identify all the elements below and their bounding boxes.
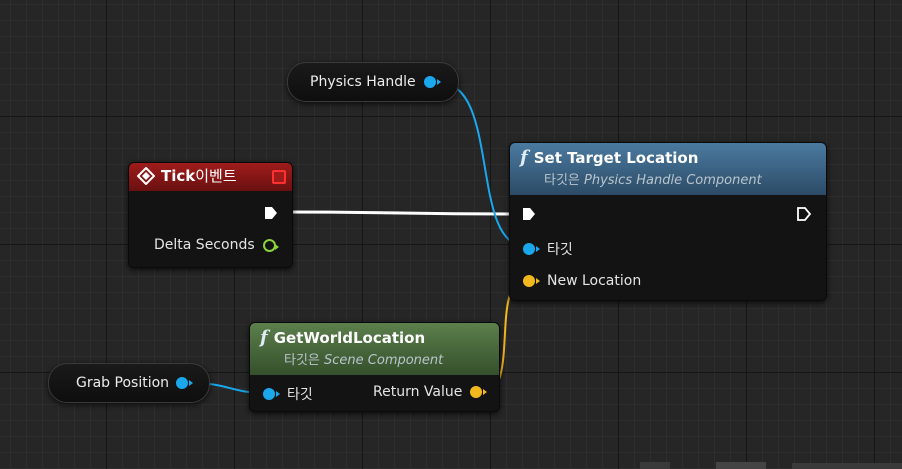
get-world-location-subtitle: 타깃은 Scene Component bbox=[284, 349, 489, 368]
set-target-exec-input-pin[interactable] bbox=[521, 206, 537, 222]
partial-widget-mid bbox=[716, 462, 766, 469]
set-target-target-label: 타깃 bbox=[547, 242, 573, 258]
delta-seconds-label: Delta Seconds bbox=[154, 237, 255, 253]
get-world-sub-prefix: 타깃은 bbox=[284, 353, 325, 368]
return-value-label: Return Value bbox=[373, 384, 463, 400]
tick-title-bold: Tick bbox=[161, 166, 196, 185]
return-value-row: Return Value bbox=[373, 384, 488, 400]
grab-position-variable-node[interactable]: Grab Position bbox=[48, 363, 210, 403]
set-target-sub-target: Physics Handle Component bbox=[584, 173, 762, 188]
physics-handle-variable-node[interactable]: Physics Handle bbox=[287, 62, 459, 102]
get-world-location-title: f GetWorldLocation bbox=[260, 327, 489, 348]
set-target-location-subtitle: 타깃은 Physics Handle Component bbox=[544, 169, 816, 188]
delta-seconds-row: Delta Seconds bbox=[154, 237, 279, 253]
tick-event-header: Tick 이벤트 bbox=[129, 163, 292, 191]
function-f-icon: f bbox=[260, 327, 268, 348]
tick-title-rest: 이벤트 bbox=[195, 167, 237, 185]
physics-handle-output-pin[interactable] bbox=[423, 76, 441, 88]
set-target-exec-output-pin[interactable] bbox=[796, 206, 812, 222]
get-world-target-input-pin[interactable] bbox=[263, 388, 280, 400]
get-world-location-node[interactable]: f GetWorldLocation 타깃은 Scene Component 타… bbox=[249, 322, 500, 412]
set-target-sub-prefix: 타깃은 bbox=[544, 173, 585, 188]
event-diamond-icon bbox=[137, 166, 155, 185]
set-target-location-node[interactable]: f Set Target Location 타깃은 Physics Handle… bbox=[509, 142, 827, 301]
set-target-location-title: f Set Target Location bbox=[520, 147, 816, 168]
physics-handle-label: Physics Handle bbox=[310, 74, 416, 90]
delta-seconds-output-pin[interactable] bbox=[262, 238, 279, 252]
return-value-output-pin[interactable] bbox=[470, 386, 488, 398]
get-world-location-header: f GetWorldLocation 타깃은 Scene Component bbox=[250, 323, 499, 375]
new-location-row: New Location bbox=[523, 273, 641, 289]
tick-event-node[interactable]: Tick 이벤트 Delta Seconds bbox=[128, 162, 293, 268]
set-target-location-title-text: Set Target Location bbox=[533, 148, 699, 167]
new-location-input-pin[interactable] bbox=[523, 275, 540, 287]
partial-widget-left bbox=[640, 462, 670, 469]
grab-position-output-pin[interactable] bbox=[176, 377, 194, 389]
get-world-target-label: 타깃 bbox=[287, 387, 313, 403]
get-world-sub-target: Scene Component bbox=[324, 353, 444, 368]
new-location-label: New Location bbox=[547, 273, 642, 289]
grab-position-label: Grab Position bbox=[76, 375, 170, 391]
partial-widget-right bbox=[792, 463, 902, 469]
tick-exec-output-pin[interactable] bbox=[263, 205, 279, 221]
set-target-location-header: f Set Target Location 타깃은 Physics Handle… bbox=[510, 143, 826, 195]
function-f-icon: f bbox=[520, 147, 528, 168]
exec-wire bbox=[277, 210, 521, 216]
stop-square-icon bbox=[272, 170, 286, 184]
tick-event-title: Tick 이벤트 bbox=[137, 165, 284, 186]
get-world-location-title-text: GetWorldLocation bbox=[273, 328, 426, 347]
get-world-target-row: 타깃 bbox=[263, 384, 313, 404]
set-target-target-row: 타깃 bbox=[523, 239, 573, 259]
set-target-target-input-pin[interactable] bbox=[523, 243, 540, 255]
